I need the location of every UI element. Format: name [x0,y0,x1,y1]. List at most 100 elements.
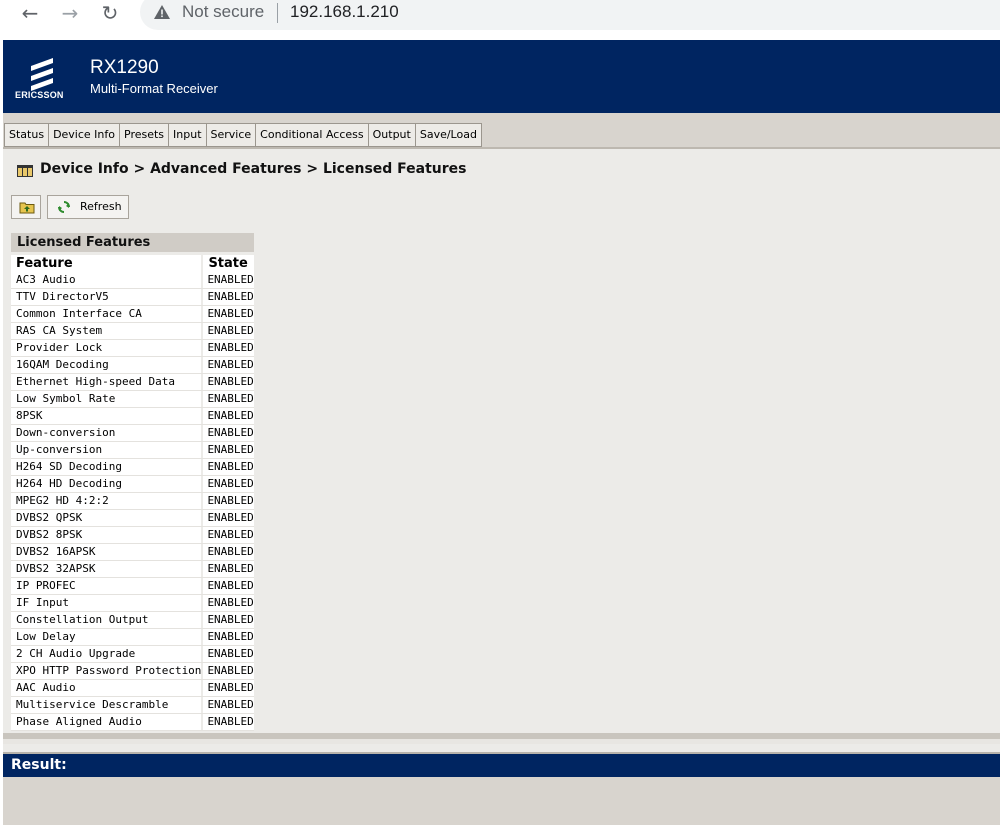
feature-name: TTV DirectorV5 [11,288,202,306]
feature-name: Phase Aligned Audio [11,713,202,731]
browser-toolbar: ← → ↻ Not secure 192.168.1.210 [0,0,1000,37]
table-row: DVBS2 QPSK ENABLED [11,509,254,527]
table-row: Ethernet High-speed Data ENABLED [11,373,254,391]
folder-up-button[interactable] [11,195,41,219]
product-subtitle: Multi-Format Receiver [90,81,218,96]
feature-name: H264 SD Decoding [11,458,202,476]
table-row: Up-conversion ENABLED [11,441,254,459]
product-name: RX1290 [90,57,159,78]
warning-triangle-icon[interactable] [153,3,171,21]
table-row: RAS CA System ENABLED [11,322,254,340]
panel-title: Licensed Features [11,233,254,252]
feature-name: RAS CA System [11,322,202,340]
feature-name: 2 CH Audio Upgrade [11,645,202,663]
result-label: Result: [11,757,67,773]
tab-save-load[interactable]: Save/Load [414,123,482,147]
table-row: 2 CH Audio Upgrade ENABLED [11,645,254,663]
folder-up-icon [19,202,35,214]
feature-name: DVBS2 16APSK [11,543,202,561]
reload-icon[interactable]: ↻ [97,2,123,24]
result-area [3,777,1000,825]
security-status[interactable]: Not secure [182,2,264,22]
table-row: Low Delay ENABLED [11,628,254,646]
table-row: DVBS2 8PSK ENABLED [11,526,254,544]
frame-splitter-edge [3,739,1000,744]
tab-status[interactable]: Status [4,123,50,147]
tab-device-info[interactable]: Device Info [48,123,120,147]
table-row: XPO HTTP Password Protection ENABLED [11,662,254,680]
feature-name: DVBS2 8PSK [11,526,202,544]
feature-state: ENABLED [203,356,254,374]
feature-state: ENABLED [203,696,254,714]
feature-name: AC3 Audio [11,272,202,289]
feature-name: Down-conversion [11,424,202,442]
feature-state: ENABLED [203,679,254,697]
page-left-edge [0,40,3,825]
feature-name: MPEG2 HD 4:2:2 [11,492,202,510]
table-row: AC3 Audio ENABLED [11,272,254,289]
feature-name: 8PSK [11,407,202,425]
table-row: MPEG2 HD 4:2:2 ENABLED [11,492,254,510]
feature-state: ENABLED [203,390,254,408]
feature-name: XPO HTTP Password Protection [11,662,202,680]
back-arrow-icon[interactable]: ← [17,2,43,24]
address-bar[interactable] [140,0,1000,30]
feature-state: ENABLED [203,322,254,340]
feature-state: ENABLED [203,475,254,493]
table-row: Provider Lock ENABLED [11,339,254,357]
feature-state: ENABLED [203,424,254,442]
tab-input[interactable]: Input [168,123,207,147]
feature-state: ENABLED [203,526,254,544]
tab-output[interactable]: Output [367,123,416,147]
table-row: H264 SD Decoding ENABLED [11,458,254,476]
forward-arrow-icon[interactable]: → [57,2,83,24]
table-row: Common Interface CA ENABLED [11,305,254,323]
refresh-button[interactable]: Refresh [47,195,129,219]
feature-state: ENABLED [203,560,254,578]
table-header-row: Feature State [11,255,254,272]
feature-name: H264 HD Decoding [11,475,202,493]
feature-state: ENABLED [203,645,254,663]
table-row: IF Input ENABLED [11,594,254,612]
feature-state: ENABLED [203,339,254,357]
feature-state: ENABLED [203,594,254,612]
feature-state: ENABLED [203,713,254,731]
feature-state: ENABLED [203,492,254,510]
table-row: H264 HD Decoding ENABLED [11,475,254,493]
feature-state: ENABLED [203,305,254,323]
table-row: IP PROFEC ENABLED [11,577,254,595]
feature-name: DVBS2 32APSK [11,560,202,578]
feature-name: Low Delay [11,628,202,646]
table-row: DVBS2 32APSK ENABLED [11,560,254,578]
tab-service[interactable]: Service [205,123,257,147]
table-row: DVBS2 16APSK ENABLED [11,543,254,561]
table-row: TTV DirectorV5 ENABLED [11,288,254,306]
table-row: Phase Aligned Audio ENABLED [11,713,254,731]
tab-list: Status Device Info Presets Input Service… [4,123,482,147]
tab-presets[interactable]: Presets [119,123,170,147]
omnibox-separator [277,3,278,23]
main-tab-bar: Status Device Info Presets Input Service… [3,113,1000,147]
feature-state: ENABLED [203,611,254,629]
table-row: 16QAM Decoding ENABLED [11,356,254,374]
column-header-feature: Feature [11,255,202,272]
feature-state: ENABLED [203,458,254,476]
feature-state: ENABLED [203,628,254,646]
licensed-features-table: Feature State AC3 Audio ENABLED TTV Direct… [11,255,254,731]
table-row: Low Symbol Rate ENABLED [11,390,254,408]
tab-conditional-access[interactable]: Conditional Access [255,123,369,147]
feature-state: ENABLED [203,577,254,595]
feature-name: Provider Lock [11,339,202,357]
feature-name: Common Interface CA [11,305,202,323]
app-header: ERICSSON RX1290 Multi-Format Receiver [3,40,1000,113]
result-bar: Result: [3,752,1000,777]
column-header-state: State [203,255,254,272]
feature-name: Constellation Output [11,611,202,629]
feature-name: Ethernet High-speed Data [11,373,202,391]
feature-rows: AC3 Audio ENABLED TTV DirectorV5 ENABLED Com… [11,272,254,731]
url-text[interactable]: 192.168.1.210 [290,2,399,22]
table-row: 8PSK ENABLED [11,407,254,425]
feature-name: IF Input [11,594,202,612]
feature-name: AAC Audio [11,679,202,697]
breadcrumb: Device Info > Advanced Features > Licens… [40,161,467,177]
